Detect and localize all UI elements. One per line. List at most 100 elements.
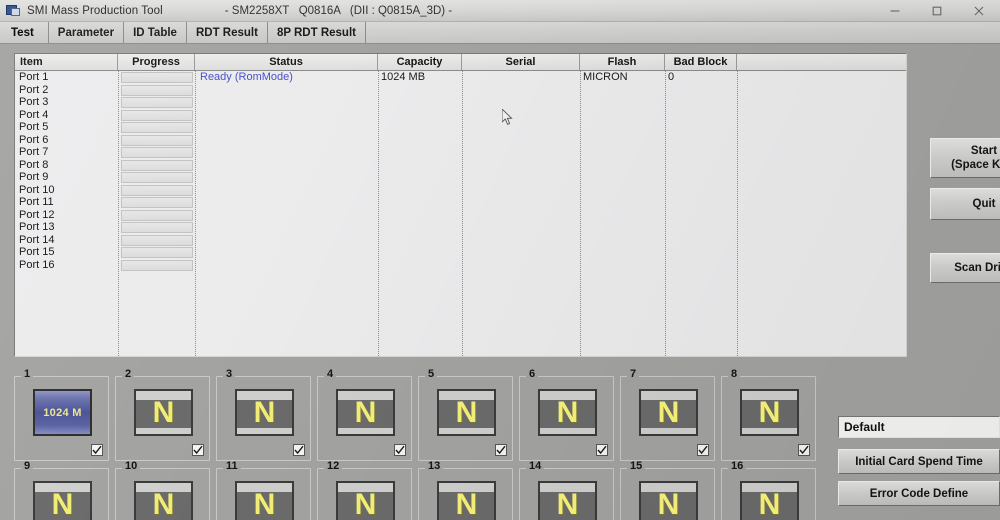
- slot-enable-checkbox[interactable]: [293, 444, 305, 456]
- cell-item: Port 9: [19, 171, 49, 183]
- slot-no-device-icon[interactable]: N: [336, 481, 395, 520]
- tab-id-table[interactable]: ID Table: [124, 22, 187, 43]
- cell-status: Ready (RomMode): [200, 71, 293, 83]
- slot-no-device-icon[interactable]: N: [639, 481, 698, 520]
- slot-no-device-icon[interactable]: N: [437, 481, 496, 520]
- slot-no-device-icon[interactable]: N: [33, 481, 92, 520]
- tab-rdt-result[interactable]: RDT Result: [187, 22, 268, 43]
- table-row[interactable]: Port 8: [15, 159, 906, 172]
- slot-group-2[interactable]: 2N: [115, 369, 210, 461]
- table-row[interactable]: Port 5: [15, 121, 906, 134]
- minimize-icon[interactable]: [874, 0, 916, 22]
- tab-test[interactable]: Test: [2, 22, 48, 43]
- slot-number-label: 9: [21, 461, 34, 472]
- slot-icon-label: N: [758, 487, 781, 520]
- grid-body[interactable]: Port 1 Ready (RomMode) 1024 MB MICRON 0 Port …: [15, 71, 906, 356]
- slot-no-device-icon[interactable]: N: [134, 481, 193, 520]
- tab-bar: Test Parameter ID Table RDT Result 8P RDT Re…: [0, 22, 1000, 44]
- cell-progress-bar: [121, 222, 193, 233]
- slot-group-9[interactable]: 9N: [14, 461, 109, 520]
- cell-progress-bar: [121, 72, 193, 83]
- table-row[interactable]: Port 16: [15, 259, 906, 272]
- slot-no-device-icon[interactable]: N: [740, 389, 799, 436]
- slot-group-11[interactable]: 11 N: [216, 461, 311, 520]
- table-row[interactable]: Port 4: [15, 109, 906, 122]
- slot-group-7[interactable]: 7N: [620, 369, 715, 461]
- slot-no-device-icon[interactable]: N: [235, 481, 294, 520]
- preset-input[interactable]: Default: [838, 416, 1000, 438]
- slot-capacity-icon[interactable]: 1024 M: [33, 389, 92, 436]
- port-grid[interactable]: Item Progress Status Capacity Serial Flash Bad…: [14, 53, 907, 357]
- close-icon[interactable]: [958, 0, 1000, 22]
- slot-no-device-icon[interactable]: N: [134, 389, 193, 436]
- cell-item: Port 1: [19, 71, 49, 83]
- slot-group-1[interactable]: 1 1024 M: [14, 369, 109, 461]
- table-row[interactable]: Port 9: [15, 171, 906, 184]
- slot-enable-checkbox[interactable]: [596, 444, 608, 456]
- table-row[interactable]: Port 10: [15, 184, 906, 197]
- slot-no-device-icon[interactable]: N: [235, 389, 294, 436]
- cell-item: Port 3: [19, 96, 49, 108]
- grid-column-header[interactable]: Serial: [462, 54, 580, 70]
- maximize-icon[interactable]: [916, 0, 958, 22]
- initial-card-spend-time-button[interactable]: Initial Card Spend Time: [838, 449, 1000, 474]
- grid-column-header[interactable]: [737, 54, 906, 70]
- slot-group-15[interactable]: 15 N: [620, 461, 715, 520]
- slot-group-8[interactable]: 8N: [721, 369, 816, 461]
- grid-column-header[interactable]: Capacity: [378, 54, 462, 70]
- slot-group-10[interactable]: 10 N: [115, 461, 210, 520]
- slot-group-4[interactable]: 4N: [317, 369, 412, 461]
- slot-group-13[interactable]: 13 N: [418, 461, 513, 520]
- slot-group-6[interactable]: 6N: [519, 369, 614, 461]
- grid-column-header[interactable]: Status: [195, 54, 378, 70]
- table-row[interactable]: Port 2: [15, 84, 906, 97]
- slot-group-12[interactable]: 12 N: [317, 461, 412, 520]
- grid-column-header[interactable]: Progress: [118, 54, 195, 70]
- slot-enable-checkbox[interactable]: [394, 444, 406, 456]
- table-row[interactable]: Port 3: [15, 96, 906, 109]
- window-controls: [874, 0, 1000, 22]
- quit-button[interactable]: Quit: [930, 188, 1000, 220]
- slot-no-device-icon[interactable]: N: [538, 481, 597, 520]
- table-row[interactable]: Port 13: [15, 221, 906, 234]
- grid-column-header[interactable]: Item: [15, 54, 118, 70]
- slot-icon-label: N: [354, 487, 377, 520]
- slot-number-label: 7: [627, 369, 640, 380]
- slot-no-device-icon[interactable]: N: [639, 389, 698, 436]
- tab-parameter[interactable]: Parameter: [47, 22, 125, 43]
- slot-number-label: 11: [223, 461, 241, 472]
- slot-no-device-icon[interactable]: N: [538, 389, 597, 436]
- cell-progress-bar: [121, 247, 193, 258]
- grid-column-header[interactable]: Bad Block: [665, 54, 737, 70]
- slot-icon-label: N: [758, 395, 781, 429]
- table-row[interactable]: Port 1 Ready (RomMode) 1024 MB MICRON 0: [15, 71, 906, 84]
- slot-group-5[interactable]: 5N: [418, 369, 513, 461]
- table-row[interactable]: Port 15: [15, 246, 906, 259]
- slot-icon-label: N: [556, 487, 579, 520]
- table-row[interactable]: Port 12: [15, 209, 906, 222]
- slot-group-14[interactable]: 14 N: [519, 461, 614, 520]
- tab-8p-rdt-result[interactable]: 8P RDT Result: [268, 22, 366, 43]
- scan-drive-button[interactable]: Scan Drive: [930, 253, 1000, 283]
- slot-enable-checkbox[interactable]: [192, 444, 204, 456]
- table-row[interactable]: Port 14: [15, 234, 906, 247]
- slot-number-label: 10: [122, 461, 141, 472]
- slot-enable-checkbox[interactable]: [495, 444, 507, 456]
- slot-icon-label: N: [253, 487, 276, 520]
- slot-no-device-icon[interactable]: N: [437, 389, 496, 436]
- slot-icon-label: N: [455, 395, 478, 429]
- table-row[interactable]: Port 6: [15, 134, 906, 147]
- table-row[interactable]: Port 7: [15, 146, 906, 159]
- slot-group-3[interactable]: 3N: [216, 369, 311, 461]
- start-button[interactable]: Start (Space Key): [930, 138, 1000, 178]
- slot-enable-checkbox[interactable]: [697, 444, 709, 456]
- error-code-define-button[interactable]: Error Code Define: [838, 481, 1000, 506]
- slot-no-device-icon[interactable]: N: [740, 481, 799, 520]
- table-row[interactable]: Port 11: [15, 196, 906, 209]
- slot-no-device-icon[interactable]: N: [336, 389, 395, 436]
- grid-column-header[interactable]: Flash: [580, 54, 665, 70]
- slot-group-16[interactable]: 16 N: [721, 461, 816, 520]
- slot-number-label: 16: [728, 461, 747, 472]
- slot-enable-checkbox[interactable]: [798, 444, 810, 456]
- slot-enable-checkbox[interactable]: [91, 444, 103, 456]
